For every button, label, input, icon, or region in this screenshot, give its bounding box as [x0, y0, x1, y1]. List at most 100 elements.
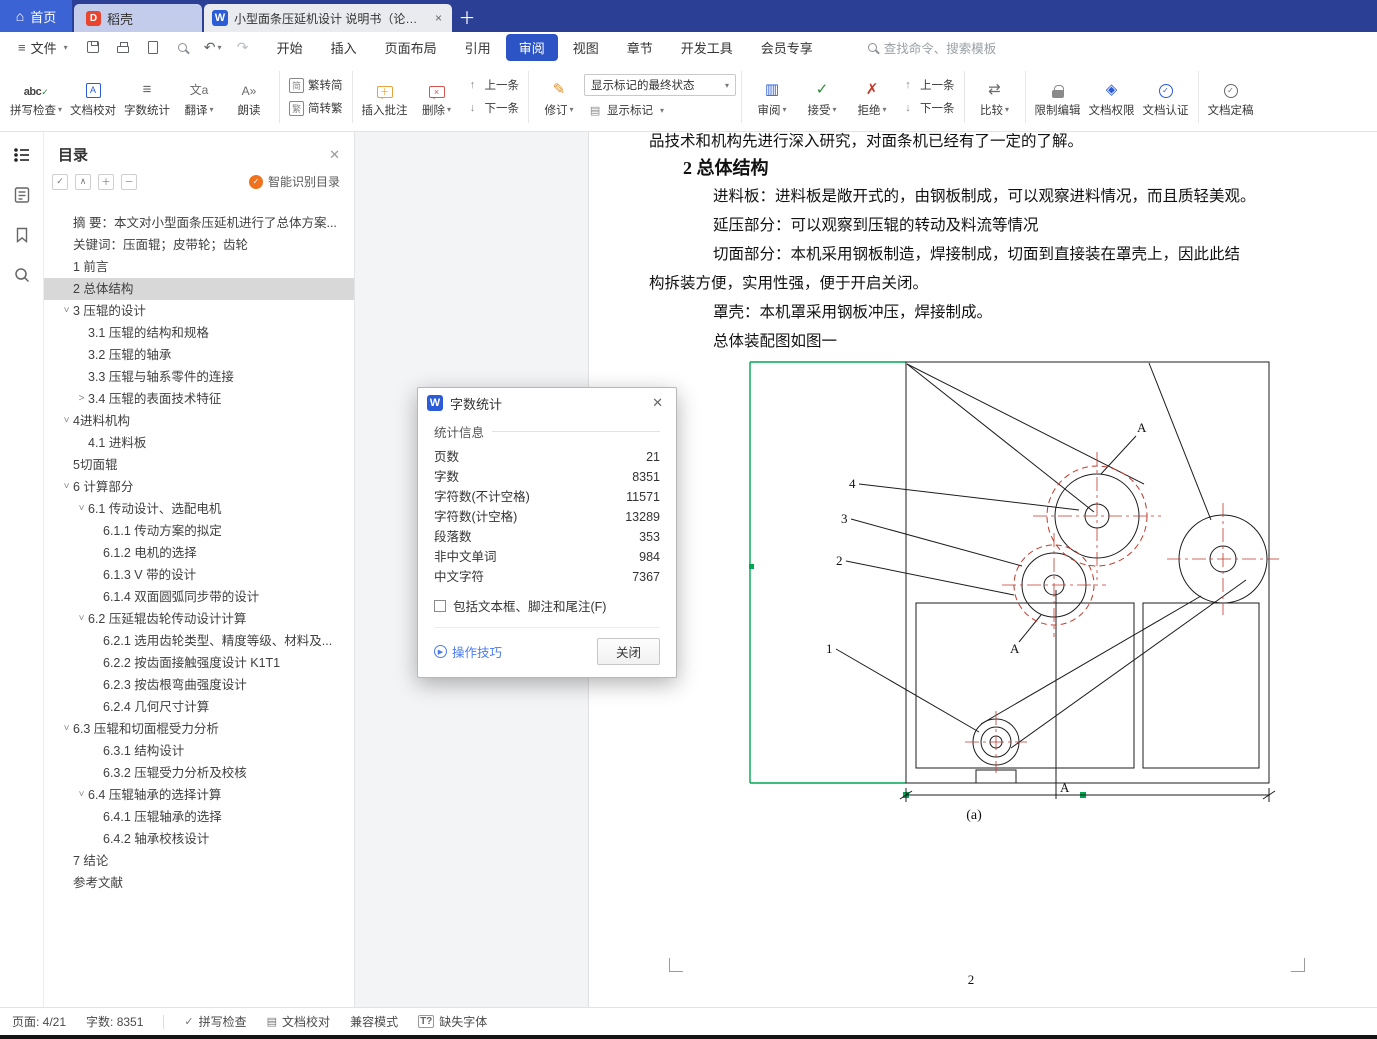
prev-change-button[interactable]: ↑ 上一条: [897, 76, 959, 94]
toc-item[interactable]: 6.4.2 轴承校核设计: [44, 828, 354, 850]
toc-item[interactable]: 3.2 压辊的轴承: [44, 344, 354, 366]
checkbox-icon[interactable]: [434, 599, 446, 612]
toc-item[interactable]: 6.3.1 结构设计: [44, 740, 354, 762]
toc-item[interactable]: 6.4.1 压辊轴承的选择: [44, 806, 354, 828]
track-changes-button[interactable]: ✎ 修订 ▾: [534, 66, 584, 128]
redo-button[interactable]: ↷: [234, 38, 252, 56]
page-indicator[interactable]: 页面: 4/21: [12, 1013, 66, 1030]
tips-link[interactable]: ▶ 操作技巧: [434, 642, 502, 661]
toc-expand-all-icon[interactable]: ＋: [98, 173, 114, 190]
chevron-down-icon[interactable]: ˅: [75, 784, 88, 806]
menu-tab[interactable]: 开始: [264, 34, 316, 61]
toc-item[interactable]: 6.1.1 传动方案的拟定: [44, 520, 354, 542]
toc-item[interactable]: ˅ 6.1 传动设计、选配电机: [44, 498, 354, 520]
menu-tab[interactable]: 引用: [452, 34, 504, 61]
menu-tab[interactable]: 会员专享: [748, 34, 826, 61]
chevron-right-icon[interactable]: ˃: [75, 388, 88, 410]
docer-tab[interactable]: D 稻壳: [74, 4, 202, 32]
reject-button[interactable]: ✗ 拒绝 ▾: [847, 66, 897, 128]
doc-proof-button[interactable]: A 文档校对: [66, 66, 120, 128]
proof-panel-icon[interactable]: [11, 184, 33, 206]
chevron-down-icon[interactable]: ˅: [75, 608, 88, 630]
toc-item[interactable]: 6.2.3 按齿根弯曲强度设计: [44, 674, 354, 696]
document-tab[interactable]: W 小型面条压延机设计 说明书（论文） ×: [204, 4, 452, 32]
toc-item[interactable]: 6.2.2 按齿面接触强度设计 K1T1: [44, 652, 354, 674]
markup-state-combobox[interactable]: 显示标记的最终状态 ▾: [584, 74, 737, 96]
menu-tab[interactable]: 开发工具: [668, 34, 746, 61]
dialog-close-icon[interactable]: ✕: [648, 393, 667, 413]
trad-to-simp-button[interactable]: 简 繁转简: [285, 76, 347, 94]
smart-recognize-button[interactable]: ✓ 智能识别目录: [248, 173, 340, 190]
close-panel-icon[interactable]: ✕: [329, 147, 340, 163]
toc-collapse-all-icon[interactable]: －: [121, 173, 137, 190]
toc-item[interactable]: 6.1.4 双面圆弧同步带的设计: [44, 586, 354, 608]
undo-button[interactable]: ↶ ▾: [204, 38, 222, 56]
toc-select-icon[interactable]: ✓: [52, 173, 68, 190]
insert-comment-button[interactable]: ＋ 插入批注: [358, 66, 412, 128]
chevron-down-icon[interactable]: ˅: [60, 410, 73, 432]
doc-proof-status[interactable]: ▤ 文档校对: [267, 1013, 330, 1030]
chevron-down-icon[interactable]: ˅: [60, 476, 73, 498]
word-count-indicator[interactable]: 字数: 8351: [86, 1013, 143, 1030]
read-aloud-button[interactable]: A» 朗读: [224, 66, 274, 128]
menu-tab[interactable]: 章节: [614, 34, 666, 61]
toc-item[interactable]: 4.1 进料板: [44, 432, 354, 454]
toc-item[interactable]: 3.3 压辊与轴系零件的连接: [44, 366, 354, 388]
toc-item[interactable]: 2 总体结构: [44, 278, 354, 300]
spell-check-button[interactable]: abc✓ 拼写检查 ▾: [6, 66, 66, 128]
outline-panel-icon[interactable]: [11, 144, 33, 166]
new-tab-button[interactable]: ＋: [452, 0, 482, 32]
toc-item[interactable]: 6.3.2 压辊受力分析及校核: [44, 762, 354, 784]
toc-item[interactable]: 6.1.3 V 带的设计: [44, 564, 354, 586]
toc-item[interactable]: 7 结论: [44, 850, 354, 872]
chevron-down-icon[interactable]: ˅: [60, 718, 73, 740]
file-menu[interactable]: ≡ 文件 ▾: [10, 38, 76, 57]
doc-permission-button[interactable]: ◈ 文档权限: [1085, 66, 1139, 128]
toc-item[interactable]: ˃ 3.4 压辊的表面技术特征: [44, 388, 354, 410]
show-markup-button[interactable]: ▤ 显示标记 ▾: [584, 101, 736, 119]
toc-item[interactable]: ˅ 6 计算部分: [44, 476, 354, 498]
menu-tab[interactable]: 审阅: [505, 33, 558, 61]
view-icon[interactable]: [174, 38, 192, 56]
document-page[interactable]: 品技术和机构先进行深入研究，对面条机已经有了一定的了解。 2 总体结构 进料板：…: [588, 132, 1377, 1007]
chevron-down-icon[interactable]: ˅: [60, 300, 73, 322]
accept-button[interactable]: ✓ 接受 ▾: [797, 66, 847, 128]
home-tab[interactable]: ⌂ 首页: [0, 0, 72, 32]
toc-item[interactable]: ˅ 6.4 压辊轴承的选择计算: [44, 784, 354, 806]
translate-button[interactable]: 文a 翻译 ▾: [174, 66, 224, 128]
save-icon[interactable]: [84, 38, 102, 56]
bookmark-icon[interactable]: [11, 224, 33, 246]
doc-certify-button[interactable]: ✓ 文档认证: [1139, 66, 1193, 128]
toc-item[interactable]: 参考文献: [44, 872, 354, 894]
prev-comment-button[interactable]: ↑ 上一条: [462, 76, 524, 94]
compat-mode-status[interactable]: 兼容模式: [350, 1013, 398, 1030]
menu-tab[interactable]: 插入: [318, 34, 370, 61]
word-count-button[interactable]: ≡ 字数统计: [120, 66, 174, 128]
toc-item[interactable]: 摘 要：本文对小型面条压延机进行了总体方案...: [44, 212, 354, 234]
delete-comment-button[interactable]: × 删除 ▾: [412, 66, 462, 128]
toc-item[interactable]: ˅ 3 压辊的设计: [44, 300, 354, 322]
command-search[interactable]: 查找命令、搜索模板: [867, 38, 996, 57]
chevron-down-icon[interactable]: ˅: [75, 498, 88, 520]
toc-collapse-icon[interactable]: ∧: [75, 173, 91, 190]
compare-button[interactable]: ⇄ 比较 ▾: [970, 66, 1020, 128]
doc-finalize-button[interactable]: ✓ 文档定稿: [1204, 66, 1258, 128]
find-panel-icon[interactable]: [11, 264, 33, 286]
include-textbox-checkbox[interactable]: 包括文本框、脚注和尾注(F): [434, 596, 660, 615]
toc-item[interactable]: ˅ 6.3 压辊和切面棍受力分析: [44, 718, 354, 740]
toc-item[interactable]: 6.2.1 选用齿轮类型、精度等级、材料及...: [44, 630, 354, 652]
dialog-titlebar[interactable]: W 字数统计 ✕: [418, 388, 676, 418]
missing-font-status[interactable]: T? 缺失字体: [418, 1013, 487, 1030]
menu-tab[interactable]: 页面布局: [372, 34, 450, 61]
restrict-editing-button[interactable]: 限制编辑: [1031, 66, 1085, 128]
toc-item[interactable]: 关键词：压面辊；皮带轮；齿轮: [44, 234, 354, 256]
toc-item[interactable]: 1 前言: [44, 256, 354, 278]
print-icon[interactable]: [114, 38, 132, 56]
toc-item[interactable]: ˅ 4进料机构: [44, 410, 354, 432]
toc-item[interactable]: ˅ 6.2 压延辊齿轮传动设计计算: [44, 608, 354, 630]
simp-to-trad-button[interactable]: 繁 简转繁: [285, 99, 347, 117]
menu-tab[interactable]: 视图: [560, 34, 612, 61]
close-document-icon[interactable]: ×: [433, 11, 444, 25]
review-button[interactable]: ▥ 审阅 ▾: [747, 66, 797, 128]
spell-check-status[interactable]: ✓ 拼写检查: [184, 1013, 246, 1030]
